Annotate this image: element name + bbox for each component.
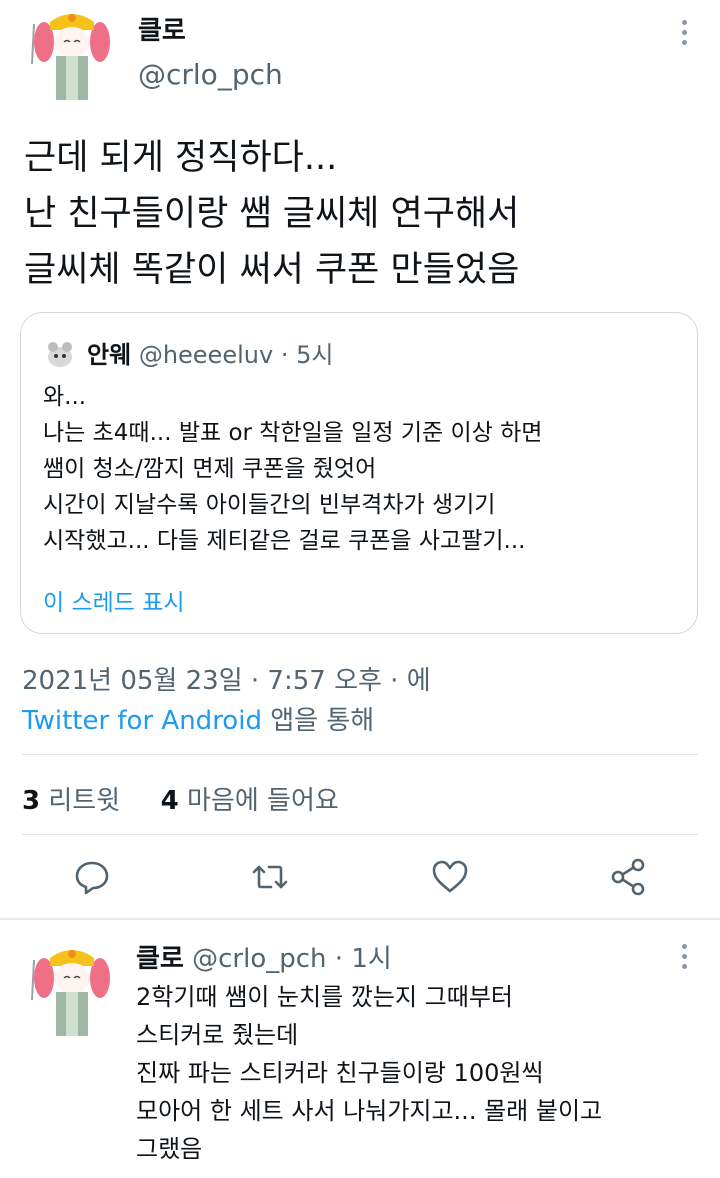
reply-line: 스티커로 줬는데: [136, 1021, 299, 1049]
quote-text: 와... 나는 초4때... 발표 or 착한일을 일정 기준 이상 하면 쌤이…: [43, 379, 542, 559]
reply-icon[interactable]: [72, 857, 112, 897]
reply-line: 진짜 파는 스티커라 친구들이랑 100원씩: [136, 1059, 544, 1087]
quote-line: 나는 초4때... 발표 or 착한일을 일정 기준 이상 하면: [43, 420, 543, 446]
tweet-line: 근데 되게 정직하다...: [24, 138, 338, 178]
reply-author-handle[interactable]: @crlo_pch: [192, 944, 326, 974]
reply-author-name[interactable]: 클로: [136, 944, 184, 974]
section-separator: [0, 918, 720, 920]
quote-avatar: [45, 339, 75, 369]
tweet-line: 난 친구들이랑 쌤 글씨체 연구해서: [24, 194, 520, 234]
show-thread-link[interactable]: 이 스레드 표시: [43, 583, 185, 617]
tweet-stats: 3 리트윗 4 마음에 들어요: [22, 780, 339, 817]
tweet-timestamp[interactable]: 2021년 05월 23일 · 7:57 오후 · 에: [22, 660, 431, 697]
like-count: 4: [160, 786, 179, 816]
retweet-label: 리트윗: [40, 786, 121, 816]
retweet-count: 3: [22, 786, 41, 816]
reply-time[interactable]: 1시: [351, 944, 391, 974]
separator-dot: ·: [280, 341, 289, 369]
author-handle[interactable]: @crlo_pch: [138, 58, 283, 91]
reply-line: 2학기때 쌤이 눈치를 깠는지 그때부터: [136, 983, 513, 1011]
reply-line: 모아어 한 세트 사서 나눠가지고... 몰래 붙이고: [136, 1097, 603, 1125]
tweet-source: Twitter for Android 앱을 통해: [22, 700, 374, 737]
like-icon[interactable]: [430, 857, 470, 897]
reply-avatar[interactable]: [24, 940, 120, 1036]
quote-line: 쌤이 청소/깜지 면제 쿠폰을 줬엇어: [43, 456, 377, 482]
retweet-icon[interactable]: [250, 857, 290, 897]
quote-line: 와...: [43, 384, 87, 410]
quote-author-handle: @heeeeluv: [138, 341, 274, 369]
quote-header: 안웨 @heeeeluv · 5시: [87, 335, 333, 370]
tweet-text: 근데 되게 정직하다... 난 친구들이랑 쌤 글씨체 연구해서 글씨체 똑같이…: [24, 130, 519, 298]
quote-author-name: 안웨: [87, 341, 132, 369]
reply-text: 2학기때 쌤이 눈치를 깠는지 그때부터 스티커로 줬는데 진짜 파는 스티커라…: [136, 978, 602, 1168]
share-icon[interactable]: [608, 857, 648, 897]
source-app-link[interactable]: Twitter for Android: [22, 706, 262, 736]
like-stat[interactable]: 4 마음에 들어요: [161, 786, 339, 816]
source-suffix: 앱을 통해: [261, 706, 375, 736]
divider: [22, 834, 698, 835]
divider: [22, 754, 698, 755]
retweet-stat[interactable]: 3 리트윗: [22, 786, 120, 816]
quote-time: 5시: [296, 341, 334, 369]
author-name[interactable]: 클로: [138, 10, 186, 47]
reply-line: 그랬음: [136, 1135, 203, 1163]
like-label: 마음에 들어요: [178, 786, 339, 816]
quote-line: 시간이 지날수록 아이들간의 빈부격차가 생기기: [43, 492, 496, 518]
separator-dot: ·: [334, 944, 344, 974]
more-options-icon[interactable]: [682, 20, 688, 50]
avatar[interactable]: [24, 4, 120, 100]
tweet-line: 글씨체 똑같이 써서 쿠폰 만들었음: [24, 250, 520, 290]
more-options-icon[interactable]: [682, 944, 688, 974]
quoted-tweet[interactable]: 안웨 @heeeeluv · 5시 와... 나는 초4때... 발표 or 착…: [20, 312, 698, 634]
quote-line: 시작했고... 다들 제티같은 걸로 쿠폰을 사고팔기...: [43, 528, 526, 554]
reply-header: 클로 @crlo_pch · 1시: [136, 938, 392, 975]
